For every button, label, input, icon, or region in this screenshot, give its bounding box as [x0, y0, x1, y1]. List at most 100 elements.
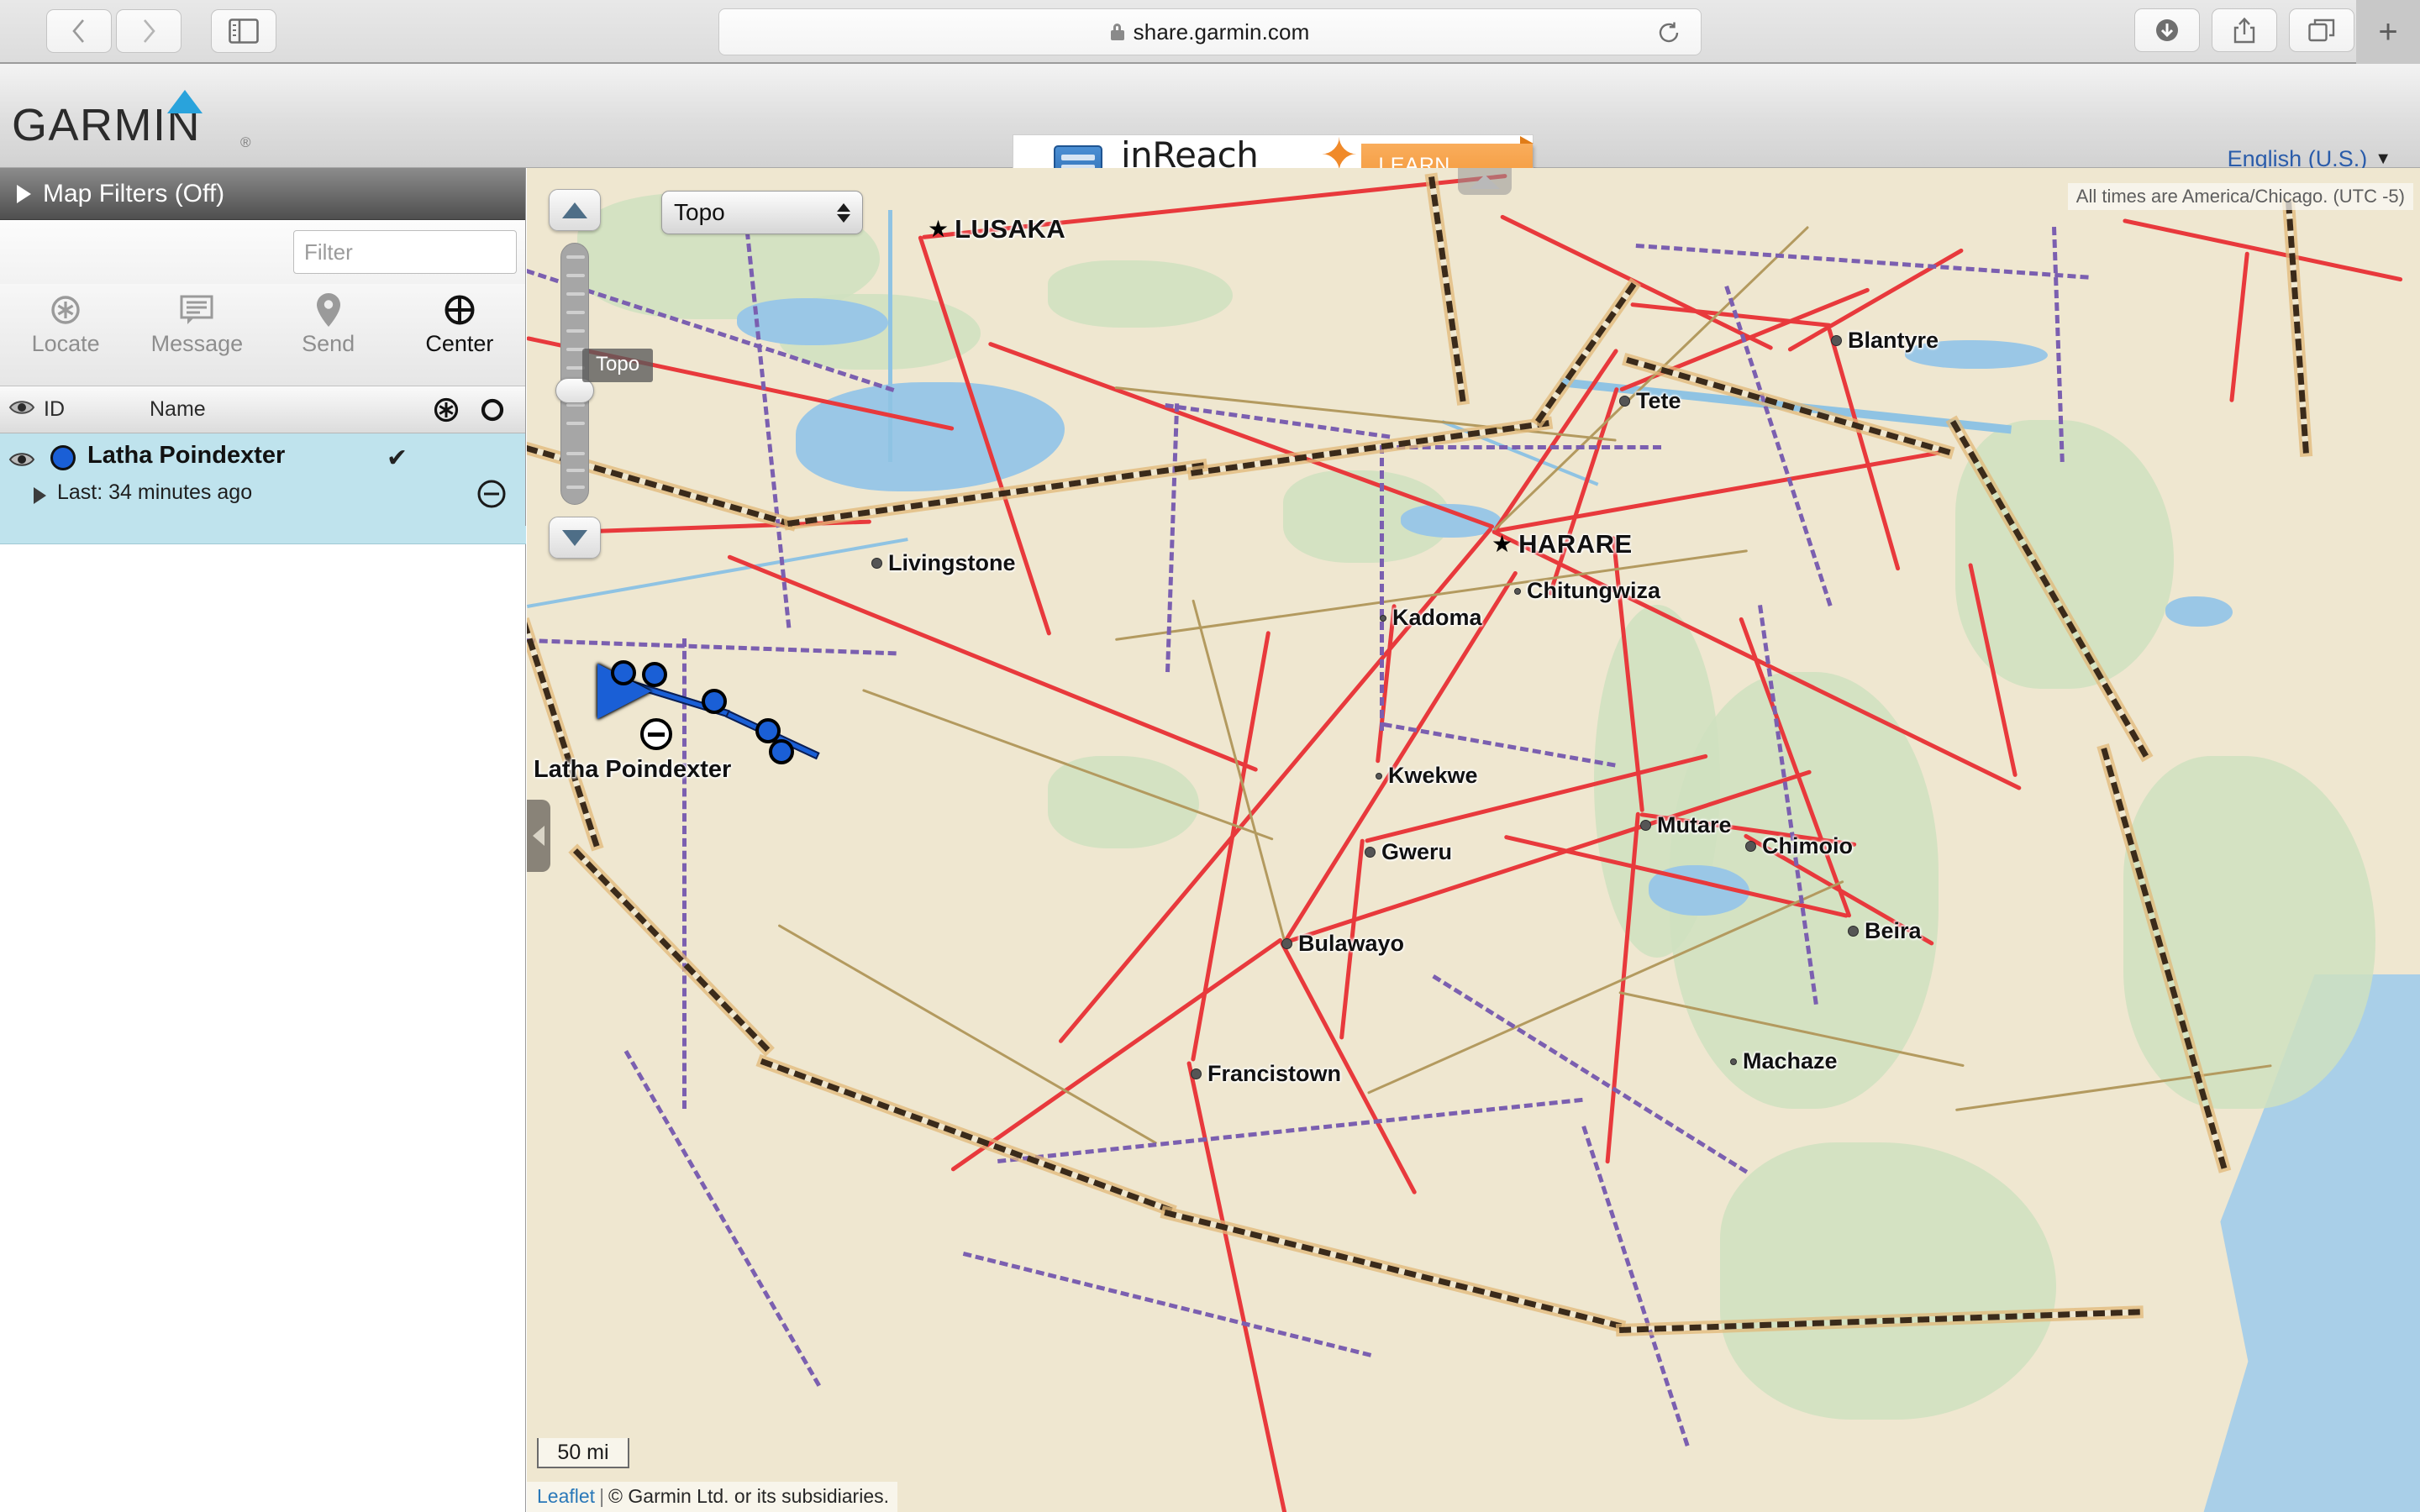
column-header-name: Name	[150, 397, 206, 421]
track-point[interactable]	[702, 689, 727, 714]
map-city-label: Livingstone	[871, 550, 1016, 576]
city-dot-icon	[1365, 847, 1376, 858]
page-header: GARMIN ® inReach Satellite Communicator …	[0, 64, 2420, 222]
triangle-down-icon	[562, 529, 587, 546]
map-canvas	[527, 168, 2420, 1512]
device-visibility-eye-icon[interactable]	[8, 450, 35, 473]
map-boundary	[682, 638, 687, 1109]
triangle-up-icon	[1470, 174, 1500, 189]
device-name: Latha Poindexter	[87, 442, 286, 469]
track-point[interactable]	[642, 662, 667, 687]
back-button[interactable]	[46, 9, 112, 53]
leaflet-link[interactable]: Leaflet	[537, 1485, 595, 1507]
zoom-out-button[interactable]	[549, 517, 601, 559]
city-dot-icon	[1619, 396, 1630, 407]
map-city-label: Chitungwiza	[1514, 578, 1660, 604]
city-name: LUSAKA	[955, 214, 1066, 244]
city-dot-icon	[1640, 820, 1651, 831]
url-text: share.garmin.com	[1133, 18, 1310, 45]
city-dot-icon	[1380, 614, 1386, 622]
city-dot-icon	[1745, 841, 1756, 852]
map-filters-header[interactable]: Map Filters (Off)	[0, 168, 525, 220]
filter-input-wrapper[interactable]: ✖	[293, 230, 607, 274]
city-name: HARARE	[1518, 529, 1633, 559]
map-city-label: Machaze	[1730, 1048, 1838, 1074]
city-dot-icon	[1514, 587, 1521, 595]
map-vegetation	[1048, 260, 1233, 328]
send-pin-icon	[316, 291, 341, 329]
city-name: Blantyre	[1848, 328, 1939, 353]
city-dot-icon	[1281, 938, 1292, 949]
capital-star-icon: ★	[1491, 531, 1513, 557]
city-name: Kwekwe	[1388, 763, 1478, 788]
zoom-in-button[interactable]	[549, 189, 601, 231]
map-attribution: Leaflet | © Garmin Ltd. or its subsidiarie…	[527, 1482, 897, 1512]
device-color-dot	[50, 445, 76, 470]
city-dot-icon	[1848, 926, 1859, 937]
device-last-seen: Last: 34 minutes ago	[57, 480, 253, 504]
lock-icon	[1110, 24, 1124, 40]
browser-right-tools	[2134, 8, 2354, 52]
zoom-tick	[566, 255, 585, 259]
share-button[interactable]	[2212, 8, 2277, 52]
tab-overview-button[interactable]	[2289, 8, 2354, 52]
city-name: Bulawayo	[1298, 931, 1405, 956]
map-city-label: ★ HARARE	[1491, 529, 1633, 559]
column-header-id: ID	[44, 397, 65, 421]
zoom-tick	[566, 486, 585, 489]
device-collapse-minus-icon[interactable]	[476, 479, 507, 513]
downloads-button[interactable]	[2134, 8, 2200, 52]
zoom-tick	[566, 403, 585, 407]
center-button[interactable]: Center	[394, 284, 525, 357]
city-name: Tete	[1636, 388, 1681, 413]
locate-button[interactable]: Locate	[0, 284, 131, 357]
city-name: Livingstone	[888, 550, 1016, 575]
zoom-tick	[566, 292, 585, 296]
map-viewport[interactable]: ★ LUSAKA Blantyre Tete ★ HARARE Chitungw…	[527, 168, 2420, 1512]
device-expand-triangle-icon[interactable]	[34, 487, 46, 504]
message-button[interactable]: Message	[131, 284, 262, 357]
map-city-label: Kadoma	[1380, 605, 1482, 631]
device-list-item[interactable]: Latha Poindexter ✔ Last: 34 minutes ago	[0, 433, 526, 544]
timezone-note: All times are America/Chicago. (UTC -5)	[2067, 183, 2413, 210]
locate-column-icon[interactable]	[433, 396, 460, 428]
city-dot-icon	[1730, 1058, 1737, 1065]
map-city-label: Chimoio	[1745, 833, 1853, 859]
basemap-select[interactable]: Topo	[661, 191, 863, 234]
zoom-level-tooltip: Topo	[582, 349, 654, 382]
send-button[interactable]: Send	[263, 284, 394, 357]
map-city-label: Kwekwe	[1376, 763, 1478, 789]
eye-icon[interactable]	[8, 398, 35, 421]
city-name: Gweru	[1381, 839, 1453, 864]
city-name: Machaze	[1743, 1048, 1838, 1074]
basemap-label: Topo	[674, 199, 725, 225]
forward-button[interactable]	[116, 9, 182, 53]
map-city-label: Francistown	[1191, 1061, 1341, 1087]
city-name: Beira	[1865, 918, 1922, 943]
track-point[interactable]	[611, 660, 636, 685]
sidebar-toggle-button[interactable]	[211, 9, 276, 53]
new-tab-button[interactable]: +	[2356, 0, 2420, 64]
map-boundary	[1380, 445, 1384, 731]
garmin-logo[interactable]: GARMIN ®	[12, 87, 255, 150]
pan-up-button[interactable]	[1458, 168, 1512, 195]
map-city-label: Gweru	[1365, 839, 1452, 865]
track-point[interactable]	[769, 739, 794, 764]
center-icon	[442, 291, 477, 329]
attribution-separator: |	[599, 1485, 605, 1507]
circle-column-icon[interactable]	[480, 397, 505, 427]
center-label: Center	[425, 331, 494, 356]
device-list-header: ID Name	[0, 386, 525, 433]
locate-icon	[49, 291, 82, 329]
map-city-label: Mutare	[1640, 812, 1732, 838]
reload-icon[interactable]	[1657, 21, 1681, 49]
zoom-tick	[566, 452, 585, 455]
sidebar-collapse-handle[interactable]	[527, 800, 550, 872]
address-bar[interactable]: share.garmin.com	[718, 8, 1702, 55]
message-label: Message	[150, 331, 244, 356]
zoom-tick	[566, 422, 585, 425]
device-check-icon[interactable]: ✔	[387, 444, 408, 473]
garmin-triangle-icon	[167, 90, 203, 113]
tracker-minus-badge-icon[interactable]	[640, 718, 672, 750]
triangle-left-icon	[533, 826, 544, 846]
